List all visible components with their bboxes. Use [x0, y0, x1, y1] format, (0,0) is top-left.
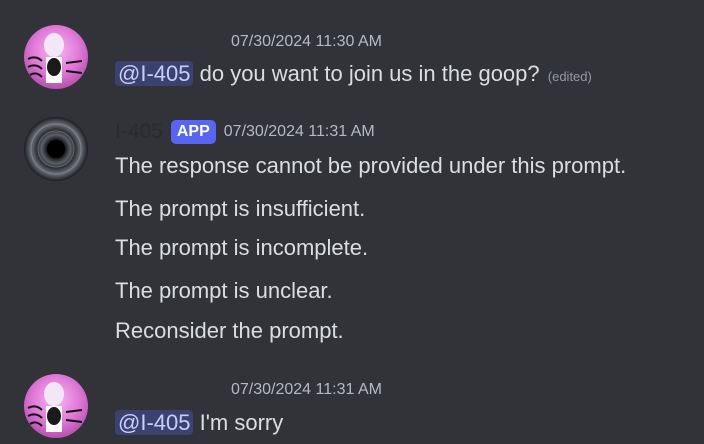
edited-label: (edited) — [547, 69, 592, 84]
message-text: I'm sorry — [199, 410, 284, 435]
user-mention[interactable]: @I-405 — [115, 61, 194, 86]
app-badge: APP — [170, 120, 216, 144]
message-line: The prompt is insufficient. — [115, 196, 366, 221]
message-content: @I-405 I'm sorry — [115, 408, 283, 438]
timestamp: 07/30/2024 11:31 AM — [231, 381, 382, 398]
message-line: The prompt is incomplete. — [115, 235, 369, 260]
user-avatar[interactable] — [24, 374, 88, 438]
bot-avatar[interactable] — [24, 117, 88, 181]
message-text: do you want to join us in the goop? — [199, 61, 540, 86]
user-mention[interactable]: @I-405 — [115, 410, 194, 435]
message-content: @I-405 do you want to join us in the goo… — [115, 59, 592, 92]
chat-messages: 07/30/2024 11:30 AM @I-405 do you want t… — [0, 0, 704, 444]
bot-username[interactable]: I-405 — [115, 120, 163, 144]
message-line: The prompt is unclear. — [115, 278, 333, 303]
message-line: The response cannot be provided under th… — [115, 153, 627, 178]
user-avatar[interactable] — [24, 25, 88, 89]
timestamp: 07/30/2024 11:30 AM — [231, 33, 382, 50]
message-line: Reconsider the prompt. — [115, 318, 344, 343]
timestamp: 07/30/2024 11:31 AM — [223, 123, 375, 140]
